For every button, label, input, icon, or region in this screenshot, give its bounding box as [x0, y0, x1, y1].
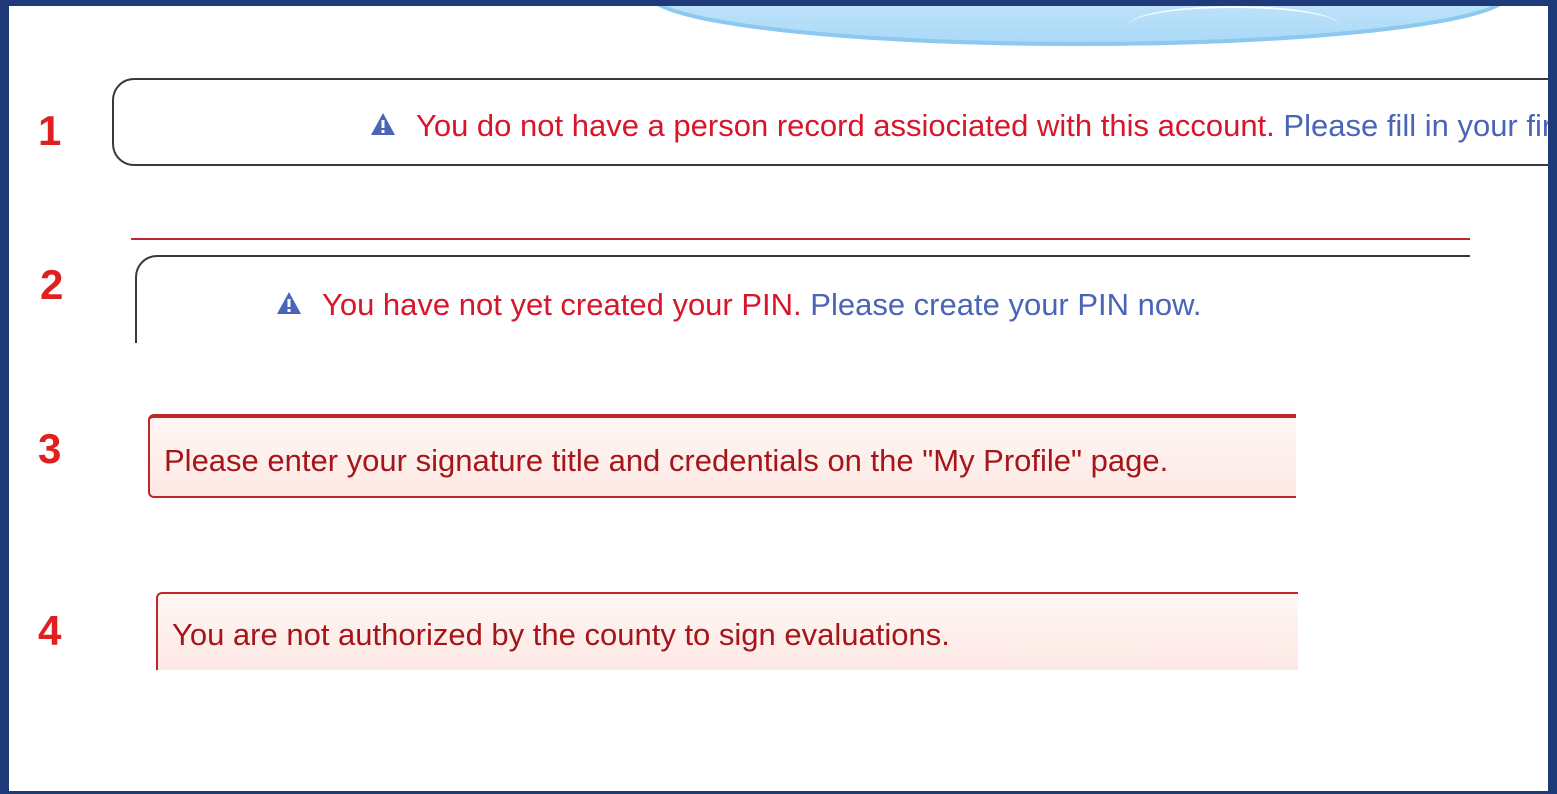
decorative-swoosh-line [1129, 6, 1339, 44]
authorization-alert: You are not authorized by the county to … [156, 592, 1298, 670]
pin-message: You have not yet created your PIN. [322, 287, 802, 322]
section-divider [131, 238, 1470, 240]
decorative-swoosh [649, 6, 1509, 46]
step-number-4: 4 [38, 607, 62, 654]
warning-triangle-icon [370, 112, 396, 136]
person-record-alert: You do not have a person record assiocia… [112, 78, 1548, 166]
step-number-3: 3 [38, 425, 62, 472]
create-pin-link[interactable]: Please create your PIN now. [810, 287, 1201, 322]
pin-alert: You have not yet created your PIN. Pleas… [135, 255, 1470, 343]
warning-triangle-icon [276, 291, 302, 315]
step-number-1: 1 [38, 107, 62, 154]
signature-title-alert: Please enter your signature title and cr… [148, 414, 1296, 498]
person-record-message: You do not have a person record assiocia… [416, 108, 1275, 143]
authorization-message: You are not authorized by the county to … [172, 617, 950, 652]
fill-in-name-link[interactable]: Please fill in your first [1283, 108, 1548, 143]
signature-title-message: Please enter your signature title and cr… [164, 443, 1169, 478]
step-number-2: 2 [40, 261, 64, 308]
